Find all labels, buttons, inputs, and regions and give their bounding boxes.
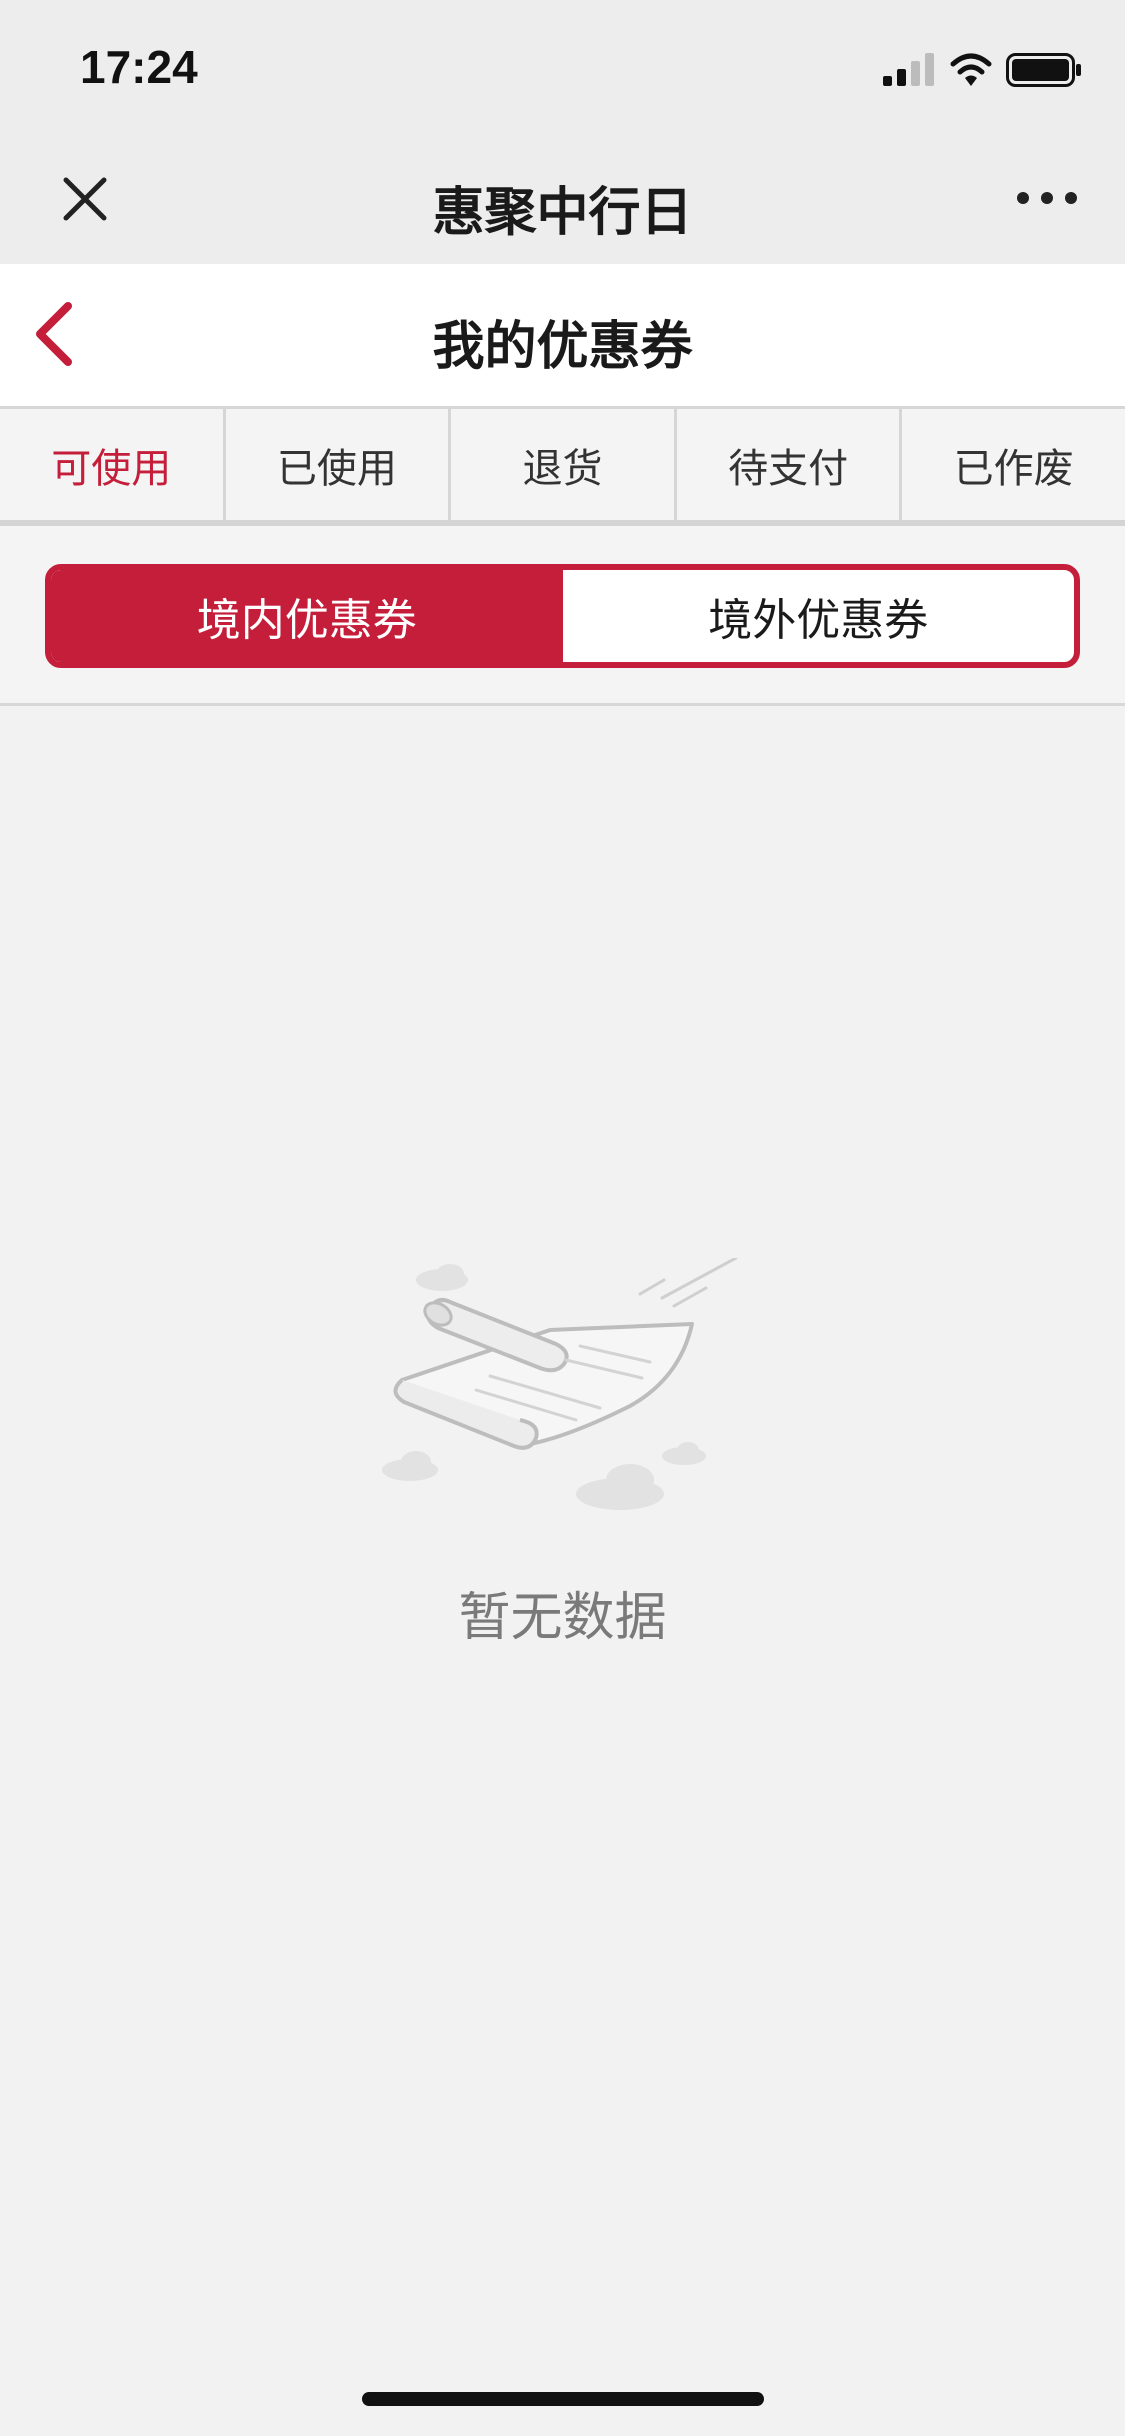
chevron-left-icon — [36, 302, 72, 366]
signal-icon — [883, 53, 934, 86]
wifi-icon — [950, 53, 992, 86]
tab-returned[interactable]: 退货 — [451, 409, 677, 520]
tab-voided[interactable]: 已作废 — [902, 409, 1125, 520]
page-title: 我的优惠券 — [432, 317, 693, 377]
wechat-title: 惠聚中行日 — [432, 183, 693, 243]
empty-paper-scroll-icon — [380, 1256, 745, 1518]
segment-container: 境内优惠券 境外优惠券 — [0, 526, 1125, 706]
segment-overseas[interactable]: 境外优惠券 — [563, 570, 1075, 662]
tab-pending-payment[interactable]: 待支付 — [677, 409, 903, 520]
tab-used[interactable]: 已使用 — [226, 409, 452, 520]
home-indicator[interactable] — [362, 2392, 764, 2406]
more-dots-icon[interactable] — [1015, 188, 1079, 208]
status-time: 17:24 — [80, 41, 198, 93]
wechat-nav-bar: 惠聚中行日 — [0, 132, 1125, 264]
coupon-status-tabs: 可使用 已使用 退货 待支付 已作废 — [0, 406, 1125, 526]
coupon-region-segment: 境内优惠券 境外优惠券 — [45, 564, 1080, 668]
empty-state-text: 暂无数据 — [458, 1588, 667, 1648]
segment-domestic[interactable]: 境内优惠券 — [51, 570, 563, 662]
tab-usable[interactable]: 可使用 — [0, 409, 226, 520]
back-button[interactable] — [26, 294, 108, 376]
page-header: 我的优惠券 — [0, 264, 1125, 406]
close-icon[interactable] — [58, 172, 112, 226]
status-bar: 17:24 — [0, 0, 1125, 132]
status-icons — [883, 50, 1083, 90]
battery-icon — [1006, 53, 1081, 87]
